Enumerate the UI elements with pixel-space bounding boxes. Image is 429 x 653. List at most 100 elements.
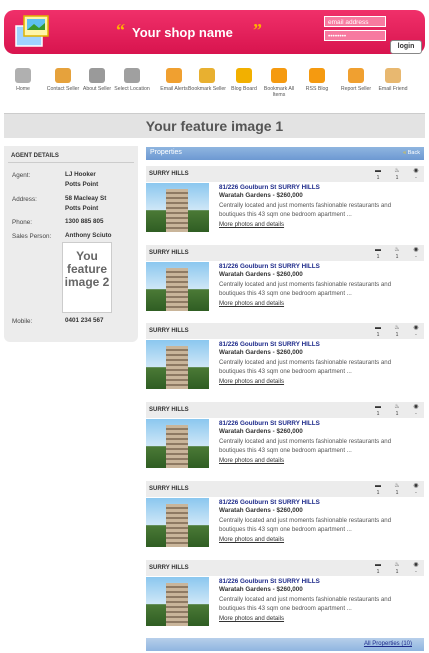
sales-label: Sales Person: <box>12 233 52 240</box>
phone-label: Phone: <box>12 219 32 226</box>
user-icon <box>89 68 105 83</box>
baths-stat: ♨ 1 <box>389 246 405 260</box>
beds-count: 1 <box>376 411 380 417</box>
password-field[interactable]: •••••••• <box>324 30 386 41</box>
login-button[interactable]: login <box>390 40 422 54</box>
property-description: Centrally located and just moments fashi… <box>219 438 392 454</box>
bath-icon: ♨ <box>394 247 400 253</box>
property-photo[interactable] <box>146 577 209 626</box>
baths-count: 1 <box>395 411 399 417</box>
nav-item-3[interactable]: Select Location <box>112 68 152 92</box>
beds-count: 1 <box>376 175 380 181</box>
nav-label: Report Seller <box>340 86 372 92</box>
nav-item-0[interactable]: Home <box>3 68 43 92</box>
nav-item-9[interactable]: Report Seller <box>336 68 376 92</box>
bed-icon: ▬ <box>375 247 381 253</box>
baths-count: 1 <box>395 254 399 260</box>
nav-label: Select Location <box>114 86 150 92</box>
cars-count: - <box>415 490 417 496</box>
cars-count: - <box>415 411 417 417</box>
all-properties-link[interactable]: All Properties (10) <box>364 641 412 647</box>
chat-icon <box>55 68 71 83</box>
phone-value: 1300 885 805 <box>65 218 104 225</box>
building-shape <box>166 189 188 232</box>
more-details-link[interactable]: More photos and details <box>219 536 284 543</box>
property-photo[interactable] <box>146 262 209 311</box>
beds-stat: ▬ 1 <box>370 561 386 575</box>
home-icon <box>15 68 31 83</box>
nav-item-2[interactable]: About Seller <box>77 68 117 92</box>
feature-2-text: You feature image 2 <box>64 249 110 289</box>
agent-label: Agent: <box>12 172 31 179</box>
quote-close: ” <box>253 20 262 40</box>
property-title-link[interactable]: 81/226 Goulburn St SURRY HILLS <box>219 420 320 427</box>
nav-item-6[interactable]: Blog Board <box>224 68 264 92</box>
bed-icon: ▬ <box>375 325 381 331</box>
more-details-link[interactable]: More photos and details <box>219 378 284 385</box>
email-field[interactable]: email address <box>324 16 386 27</box>
rss-orange-icon <box>271 68 287 83</box>
more-details-link[interactable]: More photos and details <box>219 615 284 622</box>
bath-icon: ♨ <box>394 325 400 331</box>
cars-stat: ◉ - <box>408 403 424 417</box>
property-title-link[interactable]: 81/226 Goulburn St SURRY HILLS <box>219 578 320 585</box>
property-photo[interactable] <box>146 340 209 389</box>
property-title-link[interactable]: 81/226 Goulburn St SURRY HILLS <box>219 341 320 348</box>
rss-blog-icon <box>309 68 325 83</box>
cars-stat: ◉ - <box>408 561 424 575</box>
properties-header: Properties « Back <box>146 147 424 160</box>
property-card: SURRY HILLS ▬ 1 ♨ 1 ◉ -81/226 Goulburn St SURR… <box>146 166 424 236</box>
rss-icon <box>166 68 182 83</box>
suburb: SURRY HILLS <box>149 328 189 334</box>
card-header: SURRY HILLS ▬ 1 ♨ 1 ◉ - <box>146 166 424 182</box>
feature-title: Your feature image 1 <box>145 118 284 134</box>
beds-count: 1 <box>376 332 380 338</box>
more-details-link[interactable]: More photos and details <box>219 457 284 464</box>
forgot-password-link[interactable]: forgotten your password? <box>324 55 392 61</box>
baths-stat: ♨ 1 <box>389 324 405 338</box>
properties-footer: All Properties (10) <box>146 638 424 651</box>
back-arrow-icon: « <box>403 150 407 156</box>
agent-value: LJ Hooker Potts Point <box>65 171 99 188</box>
cars-count: - <box>415 175 417 181</box>
beds-stat: ▬ 1 <box>370 482 386 496</box>
nav-item-7[interactable]: Bookmark All Items <box>259 68 299 98</box>
card-header: SURRY HILLS ▬ 1 ♨ 1 ◉ - <box>146 481 424 497</box>
property-photo[interactable] <box>146 498 209 547</box>
property-title-link[interactable]: 81/226 Goulburn St SURRY HILLS <box>219 184 320 191</box>
bath-icon: ♨ <box>394 483 400 489</box>
property-card: SURRY HILLS ▬ 1 ♨ 1 ◉ -81/226 Goulburn St SURR… <box>146 245 424 315</box>
back-label: Back <box>407 150 420 156</box>
suburb: SURRY HILLS <box>149 407 189 413</box>
nav-item-8[interactable]: RSS Blog <box>297 68 337 92</box>
property-subtitle: Waratah Gardens - $260,000 <box>219 586 303 593</box>
baths-count: 1 <box>395 175 399 181</box>
card-header: SURRY HILLS ▬ 1 ♨ 1 ◉ - <box>146 323 424 339</box>
nav-item-10[interactable]: Email Friend <box>373 68 413 92</box>
globe-icon <box>124 68 140 83</box>
building-shape <box>166 268 188 311</box>
bath-icon: ♨ <box>394 562 400 568</box>
bed-icon: ▬ <box>375 168 381 174</box>
property-title-link[interactable]: 81/226 Goulburn St SURRY HILLS <box>219 263 320 270</box>
beds-count: 1 <box>376 569 380 575</box>
property-photo[interactable] <box>146 183 209 232</box>
more-details-link[interactable]: More photos and details <box>219 221 284 228</box>
card-header: SURRY HILLS ▬ 1 ♨ 1 ◉ - <box>146 245 424 261</box>
more-details-link[interactable]: More photos and details <box>219 300 284 307</box>
property-subtitle: Waratah Gardens - $260,000 <box>219 192 303 199</box>
building-shape <box>166 583 188 626</box>
properties-heading: Properties <box>150 149 182 156</box>
main-nav: Home Contact Seller About Seller Select Loc… <box>0 68 429 108</box>
property-photo[interactable] <box>146 419 209 468</box>
site-header: “ Your shop name ” email address •••••••… <box>4 10 425 61</box>
divider <box>8 162 134 163</box>
cars-count: - <box>415 254 417 260</box>
bath-icon: ♨ <box>394 168 400 174</box>
cars-count: - <box>415 332 417 338</box>
property-title-link[interactable]: 81/226 Goulburn St SURRY HILLS <box>219 499 320 506</box>
nav-item-5[interactable]: Bookmark Seller <box>187 68 227 92</box>
car-icon: ◉ <box>413 168 419 174</box>
property-description: Centrally located and just moments fashi… <box>219 596 392 612</box>
back-link[interactable]: « Back <box>403 150 420 156</box>
